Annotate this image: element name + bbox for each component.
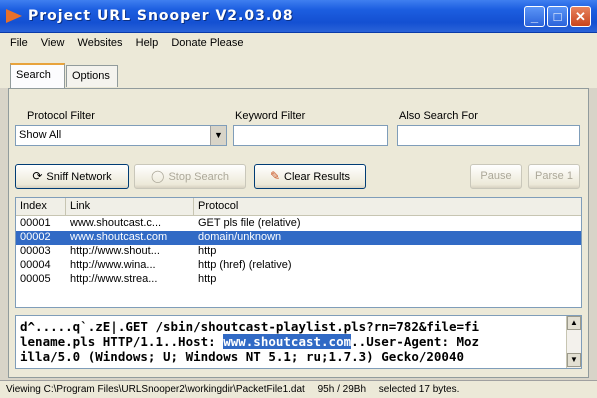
results-list[interactable]: Index Link Protocol 00001 www.shoutcast.… [15,197,582,308]
close-button[interactable]: ✕ [570,6,591,27]
minimize-button[interactable]: _ [524,6,545,27]
menu-bar: File View Websites Help Donate Please [0,33,597,54]
parse-button[interactable]: Parse 1 [528,164,580,189]
tab-strip: Search Options [0,54,597,88]
sniff-network-label: Sniff Network [46,171,112,183]
menu-websites[interactable]: Websites [73,33,128,49]
status-position: 95h / 29Bh [317,384,366,395]
column-header-index[interactable]: Index [16,198,66,216]
menu-view[interactable]: View [36,33,70,49]
row-link: http://www.wina... [70,259,156,271]
chevron-down-icon[interactable]: ▼ [210,126,226,145]
list-header: Index Link Protocol [16,198,581,216]
protocol-filter-select[interactable]: Show All ▼ [15,125,227,146]
table-row[interactable]: 00002 www.shoutcast.com domain/unknown [16,231,581,245]
sniff-network-button[interactable]: ⟳ Sniff Network [15,164,129,189]
keyword-filter-label: Keyword Filter [235,110,306,122]
packet-line: illa/5.0 (Windows; U; Windows NT 5.1; ru… [20,349,465,364]
window-title: Project URL Snooper V2.03.08 [28,8,294,24]
row-index: 00002 [20,231,51,243]
row-protocol: http [198,273,217,285]
packet-line: lename.pls HTTP/1.1..Host: www.shoutcast… [20,334,479,349]
scroll-up-icon[interactable]: ▲ [567,316,581,330]
column-header-protocol[interactable]: Protocol [194,198,581,216]
menu-donate[interactable]: Donate Please [166,33,248,49]
row-index: 00005 [20,273,51,285]
stop-search-label: Stop Search [168,171,229,183]
eraser-icon: ✎ [269,169,281,183]
stop-search-button[interactable]: ◯ Stop Search [134,164,246,189]
scroll-down-icon[interactable]: ▼ [567,353,581,367]
menu-file[interactable]: File [0,33,33,49]
stop-icon: ◯ [151,169,165,183]
clear-results-button[interactable]: ✎ Clear Results [254,164,366,189]
app-icon [6,9,22,23]
table-row[interactable]: 00001 www.shoutcast.c... GET pls file (r… [16,217,581,231]
table-row[interactable]: 00004 http://www.wina... http (href) (re… [16,259,581,273]
packet-selection: www.shoutcast.com [223,334,352,349]
row-protocol: GET pls file (relative) [198,217,301,229]
row-protocol: http (href) (relative) [198,259,292,271]
maximize-button[interactable]: □ [547,6,568,27]
also-search-input[interactable] [397,125,580,146]
row-link: www.shoutcast.com [70,231,168,243]
menu-help[interactable]: Help [131,33,164,49]
packet-line: d^.....q`.zE|.GET /sbin/shoutcast-playli… [20,319,480,334]
row-protocol: domain/unknown [198,231,282,243]
network-icon: ⟳ [32,169,43,183]
protocol-filter-value: Show All [19,129,62,141]
tab-options[interactable]: Options [66,65,118,87]
status-bar: Viewing C:\Program Files\URLSnooper2\wor… [0,380,597,398]
status-file: Viewing C:\Program Files\URLSnooper2\wor… [6,384,305,395]
row-index: 00003 [20,245,51,257]
row-index: 00001 [20,217,51,229]
clear-results-label: Clear Results [284,171,351,183]
packet-scrollbar[interactable]: ▲ ▼ [566,316,581,368]
status-selection: selected 17 bytes. [378,384,460,395]
title-bar[interactable]: Project URL Snooper V2.03.08 _ □ ✕ [0,0,597,33]
packet-text: ..User-Agent: Moz [351,334,480,349]
pause-button[interactable]: Pause [470,164,522,189]
row-link: http://www.shout... [70,245,160,257]
column-header-link[interactable]: Link [66,198,194,216]
keyword-filter-input[interactable] [233,125,388,146]
packet-view[interactable]: d^.....q`.zE|.GET /sbin/shoutcast-playli… [15,315,582,369]
packet-text: lename.pls HTTP/1.1..Host: [20,334,224,349]
row-link: www.shoutcast.c... [70,217,162,229]
row-index: 00004 [20,259,51,271]
row-protocol: http [198,245,217,257]
protocol-filter-label: Protocol Filter [27,110,95,122]
tab-search[interactable]: Search [10,63,65,88]
table-row[interactable]: 00003 http://www.shout... http [16,245,581,259]
row-link: http://www.strea... [70,273,158,285]
table-row[interactable]: 00005 http://www.strea... http [16,273,581,287]
also-search-label: Also Search For [399,110,478,122]
